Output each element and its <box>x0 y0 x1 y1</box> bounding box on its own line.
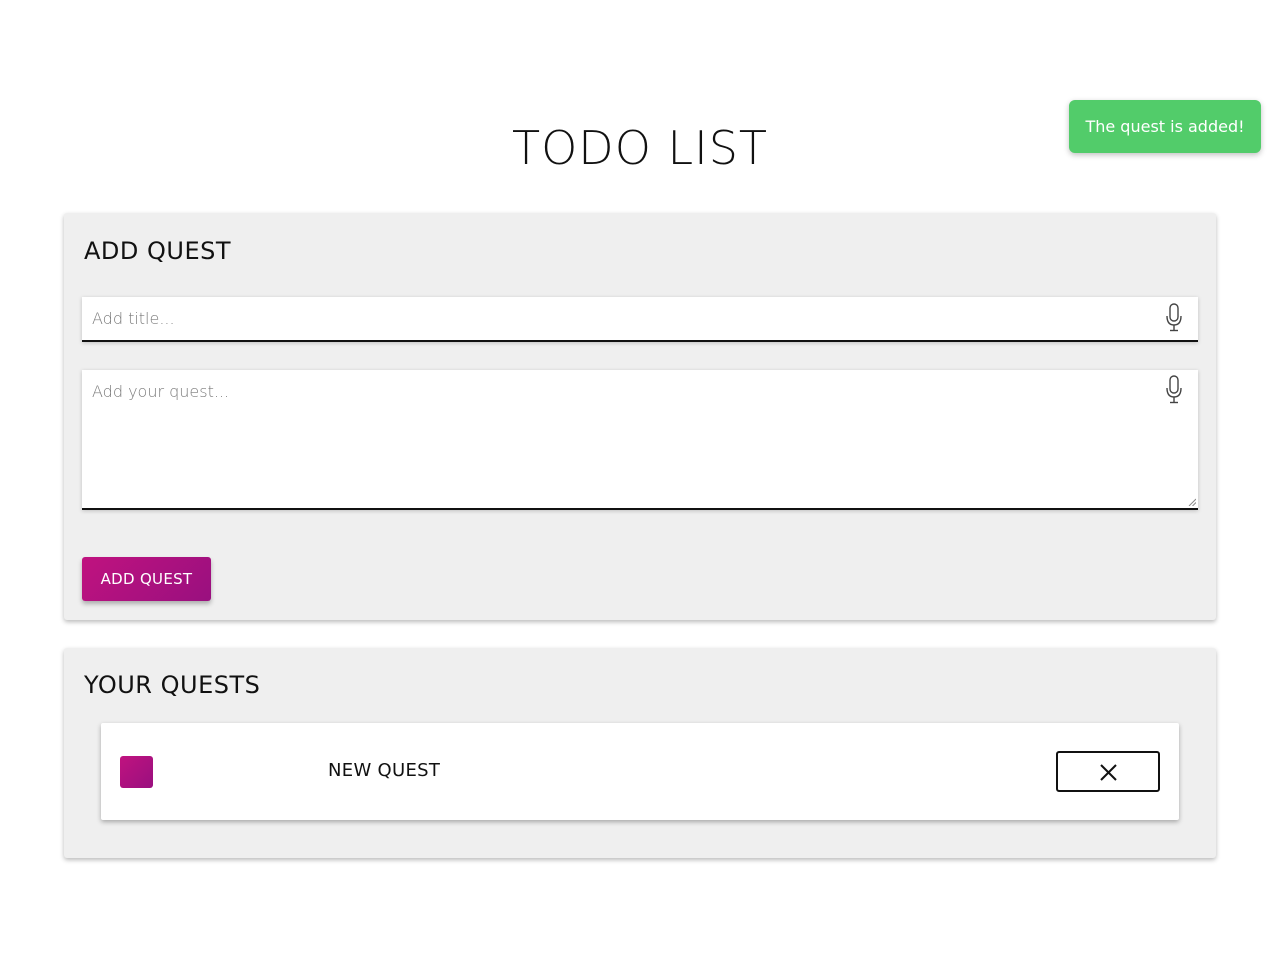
toast-notification: The quest is added! <box>1069 100 1261 153</box>
quest-textarea[interactable]: Add your quest... <box>82 370 1198 510</box>
mic-icon[interactable] <box>1164 375 1184 405</box>
quest-checkbox[interactable] <box>120 756 153 788</box>
title-input-placeholder: Add title... <box>92 309 175 328</box>
title-input[interactable]: Add title... <box>82 297 1198 342</box>
your-quests-heading: YOUR QUESTS <box>84 671 261 699</box>
quest-textarea-placeholder: Add your quest... <box>92 382 230 401</box>
add-quest-button[interactable]: ADD QUEST <box>82 557 211 601</box>
quest-item: NEW QUEST <box>101 723 1179 820</box>
resize-grip-icon[interactable] <box>1188 498 1196 506</box>
add-quest-panel: ADD QUEST Add title... Add your quest... <box>64 213 1216 620</box>
mic-icon[interactable] <box>1164 303 1184 333</box>
delete-quest-button[interactable] <box>1056 751 1160 792</box>
quest-title: NEW QUEST <box>328 760 441 781</box>
todo-page: TODO LIST The quest is added! ADD QUEST … <box>0 0 1280 960</box>
add-quest-heading: ADD QUEST <box>84 237 232 265</box>
close-icon <box>1100 764 1117 781</box>
your-quests-panel: YOUR QUESTS NEW QUEST <box>64 648 1216 858</box>
